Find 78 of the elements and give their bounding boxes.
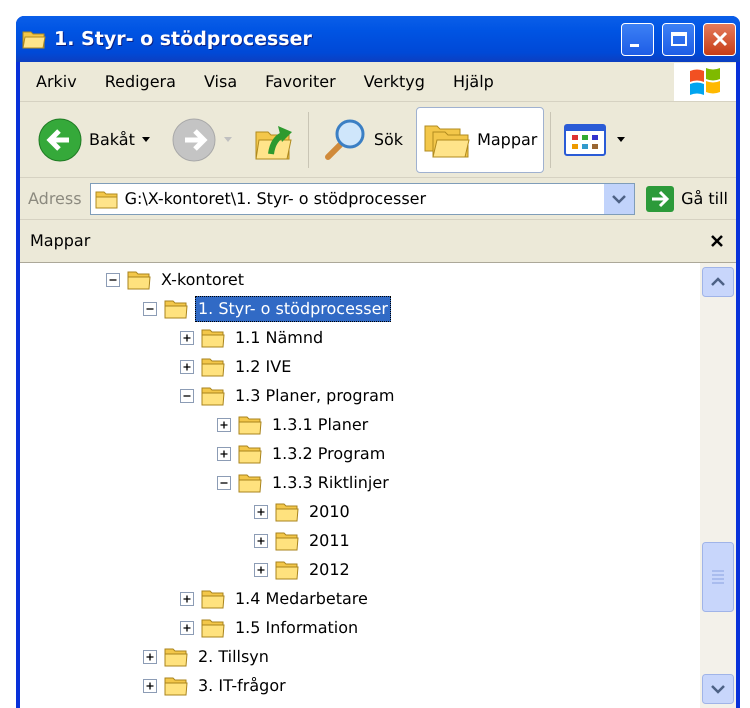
tree-item[interactable]: 2010 — [306, 498, 353, 524]
collapse-icon[interactable] — [143, 302, 157, 316]
caret-icon — [140, 136, 151, 143]
collapse-icon[interactable] — [106, 272, 120, 286]
tree-item[interactable]: X-kontoret — [158, 266, 247, 292]
folder-icon — [201, 385, 225, 406]
tree-item[interactable]: 3. IT-frågor — [195, 672, 289, 698]
menu-item[interactable]: Hjälp — [436, 70, 506, 94]
maximize-icon — [670, 31, 688, 47]
collapse-icon[interactable] — [180, 388, 194, 402]
close-icon[interactable] — [710, 234, 724, 248]
logo-icon — [674, 62, 736, 100]
address-label: Adress — [28, 188, 82, 210]
menu-item[interactable]: Redigera — [88, 70, 188, 94]
window-title: 1. Styr- o stödprocesser — [54, 26, 313, 52]
address-bar[interactable]: G:\X-kontoret\1. Styr- o stödprocesser — [90, 182, 636, 214]
panel-title: Mappar — [30, 230, 90, 252]
expand-icon[interactable] — [180, 592, 194, 606]
tree-item[interactable]: 1.3 Planer, program — [232, 382, 398, 408]
expand-icon[interactable] — [143, 678, 157, 692]
expand-icon[interactable] — [180, 620, 194, 634]
folder-icon — [127, 269, 151, 290]
folder-icon — [238, 472, 262, 493]
folder-icon — [275, 530, 299, 551]
folder-icon — [238, 443, 262, 464]
back-button[interactable]: Bakåt — [30, 106, 158, 172]
expand-icon[interactable] — [254, 504, 268, 518]
tree-item[interactable]: 1. Styr- o stödprocesser — [195, 296, 391, 322]
go-button[interactable]: Gå till — [643, 184, 730, 212]
folder-icon — [201, 356, 225, 377]
folders-button[interactable]: Mappar — [416, 106, 544, 172]
folder-icon — [94, 188, 119, 208]
folder-icon — [164, 675, 188, 696]
expand-icon[interactable] — [254, 534, 268, 548]
menu-item[interactable]: Arkiv — [20, 70, 89, 94]
tree-item[interactable]: 1.4 Medarbetare — [232, 586, 371, 612]
menu-item[interactable]: Verktyg — [348, 70, 437, 94]
folder-icon — [275, 559, 299, 580]
minimize-icon — [630, 44, 639, 46]
expand-icon[interactable] — [180, 360, 194, 374]
folder-icon — [164, 646, 188, 667]
expand-icon[interactable] — [180, 330, 194, 344]
folder-icon — [275, 501, 299, 522]
tree-item[interactable]: 1.5 Information — [232, 614, 362, 640]
dropdown-icon[interactable] — [604, 184, 634, 214]
tree-item[interactable]: 1.3.2 Program — [269, 440, 388, 466]
folder-icon — [164, 298, 188, 319]
expand-icon[interactable] — [254, 562, 268, 576]
collapse-icon[interactable] — [217, 476, 231, 490]
folder-icon — [201, 327, 225, 348]
expand-icon[interactable] — [217, 418, 231, 432]
tree-item[interactable]: 2. Tillsyn — [195, 644, 272, 670]
caret-icon — [222, 136, 233, 143]
tree-item[interactable]: 2011 — [306, 528, 353, 554]
menu-item[interactable]: Favoriter — [249, 70, 348, 94]
scroll-down-icon[interactable] — [702, 674, 734, 704]
maximize-button[interactable] — [662, 22, 695, 56]
close-icon — [710, 30, 728, 48]
folder-icon — [201, 617, 225, 638]
scroll-up-icon[interactable] — [702, 267, 734, 297]
tree-item[interactable]: 2012 — [306, 556, 353, 582]
caret-icon — [616, 136, 626, 143]
tree-item[interactable]: 1.3.3 Riktlinjer — [269, 470, 392, 496]
folder-icon — [238, 414, 262, 435]
folder-icon — [22, 29, 46, 49]
expand-icon[interactable] — [143, 650, 157, 664]
expand-icon[interactable] — [217, 446, 231, 460]
search-button[interactable]: Sök — [314, 106, 410, 172]
address-field[interactable]: G:\X-kontoret\1. Styr- o stödprocesser — [124, 189, 598, 208]
close-button[interactable] — [703, 22, 736, 56]
menu-item[interactable]: Visa — [188, 70, 250, 94]
tree-item[interactable]: 1.2 IVE — [232, 354, 294, 380]
folder-icon — [201, 588, 225, 609]
minimize-button[interactable] — [621, 22, 654, 56]
scroll-thumb[interactable] — [702, 542, 734, 612]
scrollbar[interactable] — [700, 263, 736, 708]
tree-item[interactable]: 1.1 Nämnd — [232, 324, 326, 350]
tree-item[interactable]: 1.3.1 Planer — [269, 412, 372, 438]
